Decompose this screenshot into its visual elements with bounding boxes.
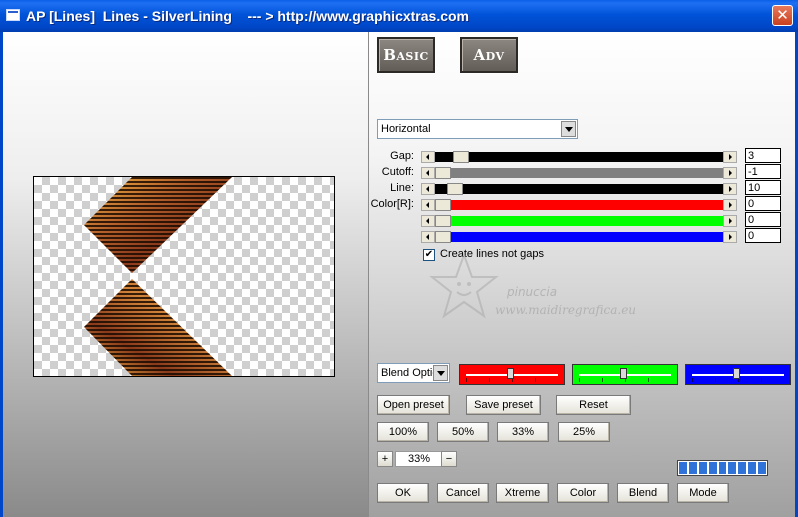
settings-panel: Basic Adv Horizontal Gap: 3 Cutoff: -1 L… <box>368 32 795 517</box>
chevron-down-icon[interactable] <box>561 121 576 137</box>
cutoff-value[interactable]: -1 <box>745 164 781 179</box>
cutoff-slider-thumb[interactable] <box>435 167 451 179</box>
tab-adv[interactable]: Adv <box>460 37 518 73</box>
color-g-slider-thumb[interactable] <box>435 215 451 227</box>
preview-canvas <box>33 176 335 377</box>
blend-blue-knob[interactable] <box>733 368 740 379</box>
blend-green-knob[interactable] <box>620 368 627 379</box>
line-value[interactable]: 10 <box>745 180 781 195</box>
gap-slider[interactable] <box>421 151 737 163</box>
scroll-left-icon[interactable] <box>421 183 435 195</box>
blend-blue-slider[interactable] <box>685 364 791 385</box>
star-logo-icon <box>429 252 499 319</box>
xtreme-button[interactable]: Xtreme <box>496 483 549 503</box>
direction-select-value: Horizontal <box>381 123 431 135</box>
scroll-left-icon[interactable] <box>421 199 435 211</box>
color-button[interactable]: Color <box>557 483 609 503</box>
blend-red-knob[interactable] <box>507 368 514 379</box>
reset-button[interactable]: Reset <box>556 395 631 415</box>
zoom-25-button[interactable]: 25% <box>558 422 610 442</box>
save-preset-button[interactable]: Save preset <box>466 395 541 415</box>
line-slider-thumb[interactable] <box>447 183 463 195</box>
scroll-left-icon[interactable] <box>421 151 435 163</box>
color-g-slider[interactable] <box>421 215 737 227</box>
close-icon[interactable]: ✕ <box>772 5 793 26</box>
color-r-label: Color[R]: <box>370 198 414 210</box>
scroll-right-icon[interactable] <box>723 231 737 243</box>
zoom-50-button[interactable]: 50% <box>437 422 489 442</box>
line-slider[interactable] <box>421 183 737 195</box>
tab-basic[interactable]: Basic <box>377 37 435 73</box>
scroll-right-icon[interactable] <box>723 199 737 211</box>
preview-panel <box>3 32 368 517</box>
progress-bar <box>677 460 768 476</box>
zoom-out-button[interactable]: − <box>441 451 457 467</box>
blend-red-slider[interactable] <box>459 364 565 385</box>
gap-value[interactable]: 3 <box>745 148 781 163</box>
scroll-left-icon[interactable] <box>421 167 435 179</box>
watermark: pinuccia www.maidiregrafica.eu <box>429 252 649 332</box>
blend-options-value: Blend Optio <box>381 367 439 379</box>
cancel-button[interactable]: Cancel <box>437 483 489 503</box>
color-r-slider-thumb[interactable] <box>435 199 451 211</box>
gap-label: Gap: <box>390 150 414 162</box>
cutoff-slider[interactable] <box>421 167 737 179</box>
open-preset-button[interactable]: Open preset <box>377 395 450 415</box>
preview-image <box>84 177 232 376</box>
title-bar: AP [Lines] Lines - SilverLining --- > ht… <box>0 0 798 32</box>
color-r-value[interactable]: 0 <box>745 196 781 211</box>
gap-slider-thumb[interactable] <box>453 151 469 163</box>
scroll-right-icon[interactable] <box>723 167 737 179</box>
line-label: Line: <box>390 182 414 194</box>
zoom-in-button[interactable]: + <box>377 451 393 467</box>
window-title: AP [Lines] Lines - SilverLining --- > ht… <box>26 8 470 24</box>
zoom-input[interactable]: 33% <box>395 451 443 467</box>
blend-green-slider[interactable] <box>572 364 678 385</box>
watermark-url: www.maidiregrafica.eu <box>495 303 637 317</box>
direction-select[interactable]: Horizontal <box>377 119 578 139</box>
color-r-slider[interactable] <box>421 199 737 211</box>
blend-options-select[interactable]: Blend Optio <box>377 363 450 383</box>
blend-button[interactable]: Blend <box>617 483 669 503</box>
watermark-name: pinuccia <box>507 285 558 299</box>
zoom-33-button[interactable]: 33% <box>497 422 549 442</box>
color-b-slider-thumb[interactable] <box>435 231 451 243</box>
scroll-left-icon[interactable] <box>421 215 435 227</box>
scroll-right-icon[interactable] <box>723 215 737 227</box>
ok-button[interactable]: OK <box>377 483 429 503</box>
mode-button[interactable]: Mode <box>677 483 729 503</box>
scroll-right-icon[interactable] <box>723 183 737 195</box>
color-b-slider[interactable] <box>421 231 737 243</box>
cutoff-label: Cutoff: <box>381 166 414 178</box>
zoom-100-button[interactable]: 100% <box>377 422 429 442</box>
color-g-value[interactable]: 0 <box>745 212 781 227</box>
color-b-value[interactable]: 0 <box>745 228 781 243</box>
app-icon <box>6 9 20 21</box>
scroll-right-icon[interactable] <box>723 151 737 163</box>
chevron-down-icon[interactable] <box>433 365 448 381</box>
scroll-left-icon[interactable] <box>421 231 435 243</box>
